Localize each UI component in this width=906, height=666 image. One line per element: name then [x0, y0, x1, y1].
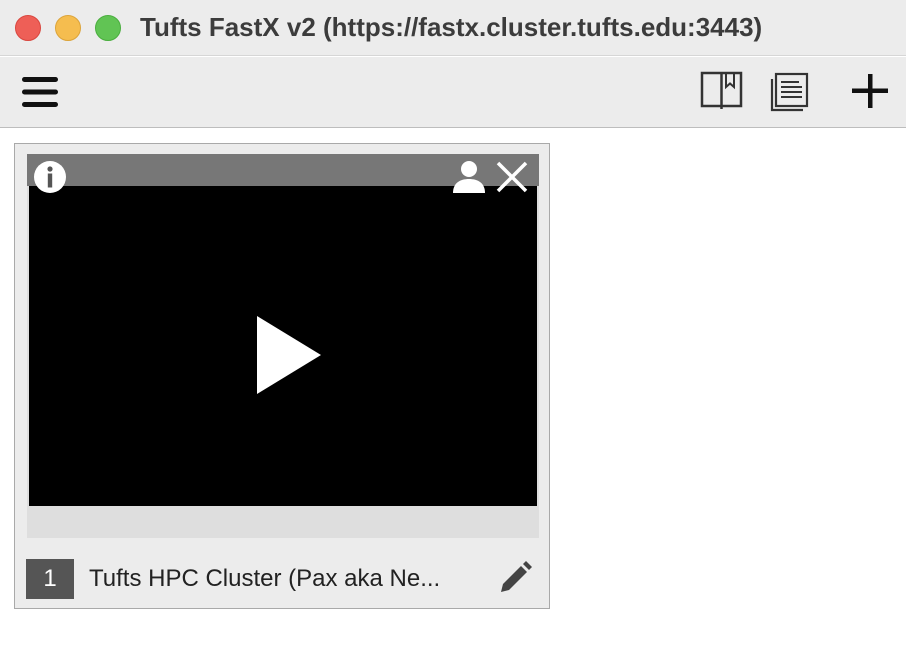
window-minimize-button[interactable]: [55, 15, 81, 41]
fastx-window: Tufts FastX v2 (https://fastx.cluster.tu…: [0, 0, 906, 666]
toolbar: [0, 57, 906, 128]
hamburger-menu-icon[interactable]: [21, 74, 59, 110]
session-footer: 1 Tufts HPC Cluster (Pax aka Ne...: [15, 550, 549, 608]
window-close-button[interactable]: [15, 15, 41, 41]
title-bar[interactable]: Tufts FastX v2 (https://fastx.cluster.tu…: [0, 0, 906, 56]
play-icon[interactable]: [255, 314, 323, 396]
session-thumbnail[interactable]: [27, 154, 539, 538]
sessions-area: 1 Tufts HPC Cluster (Pax aka Ne...: [0, 129, 906, 666]
user-icon[interactable]: [451, 159, 487, 195]
terminate-session-icon[interactable]: [495, 160, 529, 194]
session-number-badge: 1: [26, 559, 74, 599]
bookmarks-icon[interactable]: [700, 71, 744, 111]
session-card[interactable]: 1 Tufts HPC Cluster (Pax aka Ne...: [14, 143, 550, 609]
window-maximize-button[interactable]: [95, 15, 121, 41]
log-document-icon[interactable]: [770, 72, 810, 112]
pencil-edit-icon[interactable]: [497, 560, 533, 596]
plus-icon[interactable]: [850, 73, 890, 109]
window-title: Tufts FastX v2 (https://fastx.cluster.tu…: [140, 12, 763, 42]
info-icon[interactable]: [33, 160, 67, 194]
session-name: Tufts HPC Cluster (Pax aka Ne...: [89, 565, 441, 592]
